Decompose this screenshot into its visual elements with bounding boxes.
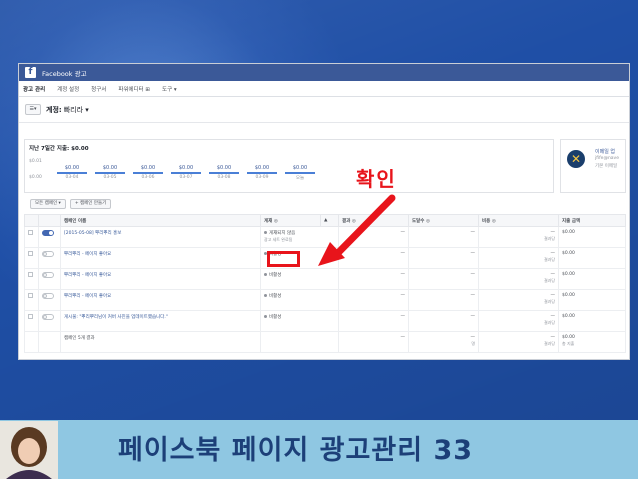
presenter-avatar xyxy=(0,421,58,479)
slide-title: 페이스북 페이지 광고관리 33 xyxy=(118,435,474,466)
annotation-confirm-label: 확인 xyxy=(356,167,397,191)
annotation-arrow-icon xyxy=(318,194,396,266)
presenter-portrait-icon xyxy=(0,421,58,479)
presentation-slide: f Facebook 광고 광고 관리 계정 설정 청구서 파워에디터 ⊞ 도구… xyxy=(0,0,638,479)
